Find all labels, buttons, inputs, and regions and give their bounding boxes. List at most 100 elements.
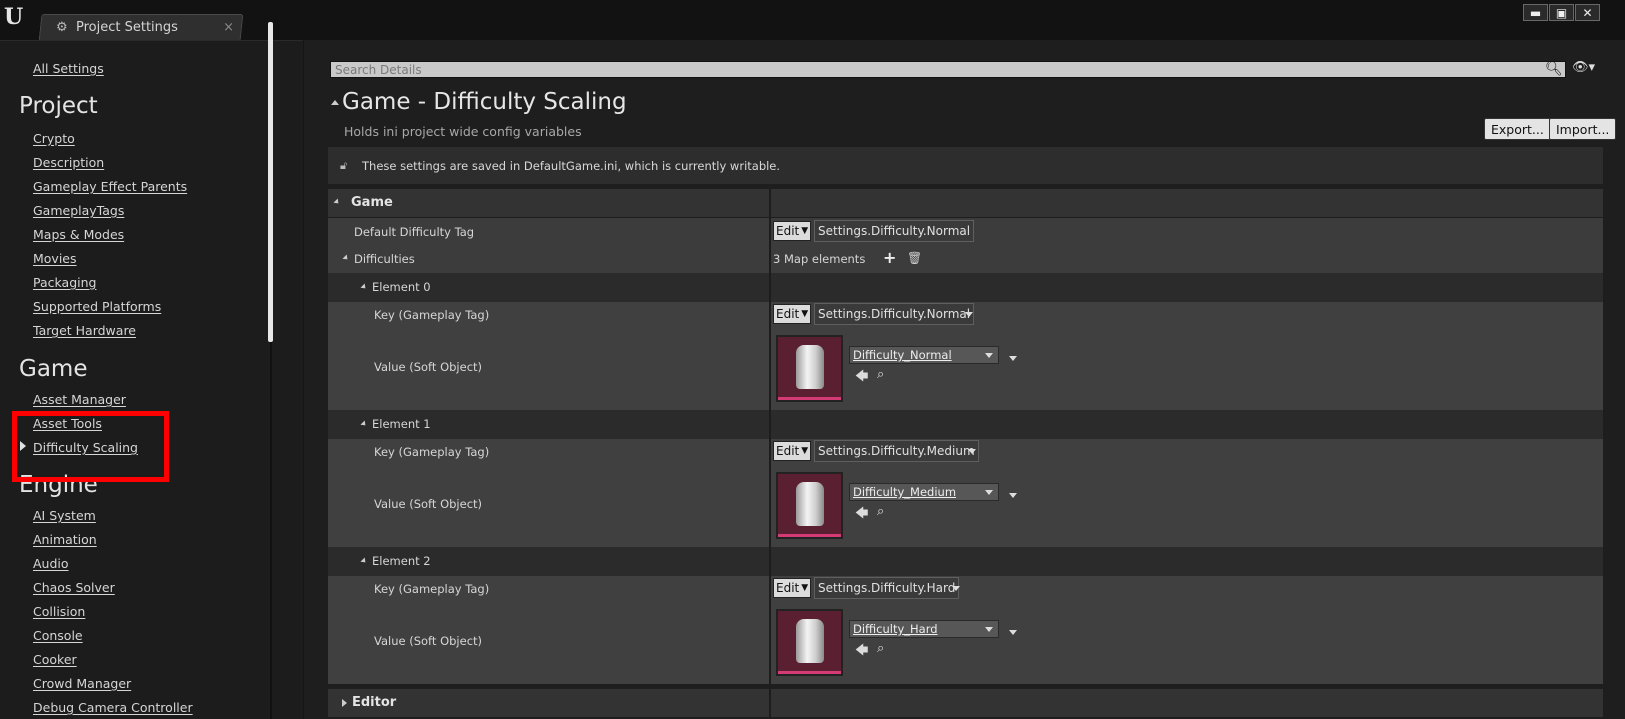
tab-project-settings[interactable]: ⚙ Project Settings × bbox=[52, 14, 242, 41]
expand-icon[interactable] bbox=[360, 420, 368, 428]
close-window-button[interactable]: ✕ bbox=[1575, 4, 1600, 21]
nav-all-settings[interactable]: All Settings bbox=[33, 61, 104, 76]
eye-icon[interactable]: 👁︎▾ bbox=[1572, 60, 1602, 78]
nav-item-console[interactable]: Console bbox=[33, 628, 83, 643]
nav-item-maps-modes[interactable]: Maps & Modes bbox=[33, 227, 124, 242]
key-tag-value[interactable]: Settings.Difficulty.Medium bbox=[814, 440, 979, 462]
use-selected-icon[interactable]: 🡄 bbox=[855, 641, 868, 663]
nav-item-collision[interactable]: Collision bbox=[33, 604, 85, 619]
search-icon[interactable]: 🔍︎ bbox=[1545, 61, 1563, 79]
nav-item-audio[interactable]: Audio bbox=[33, 556, 69, 571]
trash-icon[interactable]: 🗑︎ bbox=[907, 251, 922, 265]
category-editor[interactable]: Editor bbox=[328, 689, 1603, 717]
element-row: Element 0 bbox=[328, 273, 1603, 302]
page-title: Game - Difficulty Scaling bbox=[342, 89, 627, 115]
use-selected-icon[interactable]: 🡄 bbox=[855, 367, 868, 389]
element-properties: Key (Gameplay Tag) Edit ▼ Settings.Diffic… bbox=[328, 439, 1603, 547]
nav-item-chaos-solver[interactable]: Chaos Solver bbox=[33, 580, 115, 595]
property-label: Difficulties bbox=[354, 252, 415, 266]
use-selected-icon[interactable]: 🡄 bbox=[855, 504, 868, 526]
edit-label: Edit bbox=[776, 224, 800, 238]
map-count: 3 Map elements bbox=[773, 252, 866, 266]
chevron-down-icon[interactable] bbox=[952, 586, 960, 591]
element-row: Element 1 bbox=[328, 410, 1603, 439]
nav-item-supported-platforms[interactable]: Supported Platforms bbox=[33, 299, 161, 314]
asset-thumbnail[interactable] bbox=[776, 335, 843, 402]
search-details[interactable] bbox=[330, 61, 1566, 78]
asset-type-bar bbox=[778, 534, 841, 537]
property-default-difficulty-tag: Default Difficulty Tag Edit ▼ Settings.Di… bbox=[328, 218, 1603, 245]
key-label: Key (Gameplay Tag) bbox=[374, 445, 490, 459]
chevron-down-icon[interactable] bbox=[968, 449, 976, 454]
nav-item-cooker[interactable]: Cooker bbox=[33, 652, 77, 667]
key-label: Key (Gameplay Tag) bbox=[374, 308, 490, 322]
chevron-down-icon[interactable] bbox=[1009, 493, 1017, 498]
nav-item-crowd-manager[interactable]: Crowd Manager bbox=[33, 676, 131, 691]
lock-icon: 🔓︎ bbox=[340, 158, 348, 172]
chevron-down-icon: ▼ bbox=[801, 226, 809, 236]
column-divider[interactable] bbox=[769, 189, 771, 719]
browse-icon[interactable]: ⌕ bbox=[877, 641, 884, 656]
edit-dropdown[interactable]: Edit ▼ bbox=[773, 441, 811, 461]
nav-heading-project: Project bbox=[19, 93, 98, 119]
nav-item-asset-manager[interactable]: Asset Manager bbox=[33, 392, 126, 407]
expand-icon[interactable] bbox=[342, 254, 350, 262]
expand-icon[interactable] bbox=[360, 283, 368, 291]
browse-icon[interactable]: ⌕ bbox=[877, 504, 884, 519]
cylinder-icon bbox=[796, 345, 824, 389]
tab-label: Project Settings bbox=[76, 20, 178, 35]
collapse-section-icon[interactable] bbox=[331, 100, 339, 105]
nav-item-target-hardware[interactable]: Target Hardware bbox=[33, 323, 136, 338]
window-controls: ▬ ▣ ✕ bbox=[1522, 4, 1600, 21]
edit-dropdown[interactable]: Edit ▼ bbox=[773, 304, 811, 324]
nav-item-crypto[interactable]: Crypto bbox=[33, 131, 75, 146]
nav-item-animation[interactable]: Animation bbox=[33, 532, 97, 547]
nav-item-debug-camera-controller[interactable]: Debug Camera Controller bbox=[33, 700, 193, 715]
nav-item-packaging[interactable]: Packaging bbox=[33, 275, 96, 290]
value-label: Value (Soft Object) bbox=[374, 360, 483, 374]
key-tag-value[interactable]: Settings.Difficulty.Normal bbox=[814, 303, 975, 325]
category-game[interactable]: Game bbox=[328, 189, 1603, 217]
asset-picker[interactable]: Difficulty_Hard bbox=[849, 620, 999, 638]
tag-value[interactable]: Settings.Difficulty.Normal bbox=[814, 220, 975, 242]
expand-icon[interactable] bbox=[360, 557, 368, 565]
asset-name: Difficulty_Hard bbox=[853, 622, 938, 636]
browse-icon[interactable]: ⌕ bbox=[877, 367, 884, 382]
element-label: Element 1 bbox=[372, 417, 431, 431]
property-label: Default Difficulty Tag bbox=[354, 225, 475, 239]
asset-thumbnail[interactable] bbox=[776, 472, 843, 539]
nav-item-gameplay-effect-parents[interactable]: Gameplay Effect Parents bbox=[33, 179, 187, 194]
nav-item-movies[interactable]: Movies bbox=[33, 251, 77, 266]
chevron-down-icon[interactable] bbox=[1009, 630, 1017, 635]
key-tag-value[interactable]: Settings.Difficulty.Hard bbox=[814, 577, 960, 599]
page-subtitle: Holds ini project wide config variables bbox=[344, 124, 582, 139]
cylinder-icon bbox=[796, 482, 824, 526]
asset-thumbnail[interactable] bbox=[776, 609, 843, 676]
config-notice: 🔓︎ These settings are saved in DefaultGa… bbox=[328, 147, 1603, 184]
minimize-button[interactable]: ▬ bbox=[1523, 4, 1548, 21]
nav-item-description[interactable]: Description bbox=[33, 155, 104, 170]
nav-item-gameplaytags[interactable]: GameplayTags bbox=[33, 203, 124, 218]
close-icon[interactable]: × bbox=[223, 20, 234, 35]
chevron-down-icon[interactable] bbox=[1009, 356, 1017, 361]
asset-picker[interactable]: Difficulty_Medium bbox=[849, 483, 999, 501]
chevron-down-icon[interactable] bbox=[965, 312, 973, 317]
unreal-logo-icon: U bbox=[4, 4, 24, 30]
edit-dropdown[interactable]: Edit ▼ bbox=[773, 221, 811, 241]
maximize-button[interactable]: ▣ bbox=[1549, 4, 1574, 21]
nav-scrollbar[interactable] bbox=[268, 22, 273, 342]
asset-name: Difficulty_Medium bbox=[853, 485, 957, 499]
asset-picker[interactable]: Difficulty_Normal bbox=[849, 346, 999, 364]
chevron-down-icon: ▼ bbox=[801, 583, 809, 593]
notice-text: These settings are saved in DefaultGame.… bbox=[362, 158, 781, 173]
add-icon[interactable]: + bbox=[883, 248, 896, 267]
value-label: Value (Soft Object) bbox=[374, 634, 483, 648]
chevron-down-icon bbox=[985, 490, 993, 495]
edit-dropdown[interactable]: Edit ▼ bbox=[773, 578, 811, 598]
import-button[interactable]: Import... bbox=[1549, 118, 1617, 140]
nav-item-ai-system[interactable]: AI System bbox=[33, 508, 96, 523]
search-input[interactable] bbox=[331, 62, 1565, 77]
category-label: Game bbox=[351, 195, 393, 210]
export-button[interactable]: Export... bbox=[1484, 118, 1551, 140]
property-difficulties: Difficulties 3 Map elements + 🗑︎ bbox=[328, 245, 1603, 273]
